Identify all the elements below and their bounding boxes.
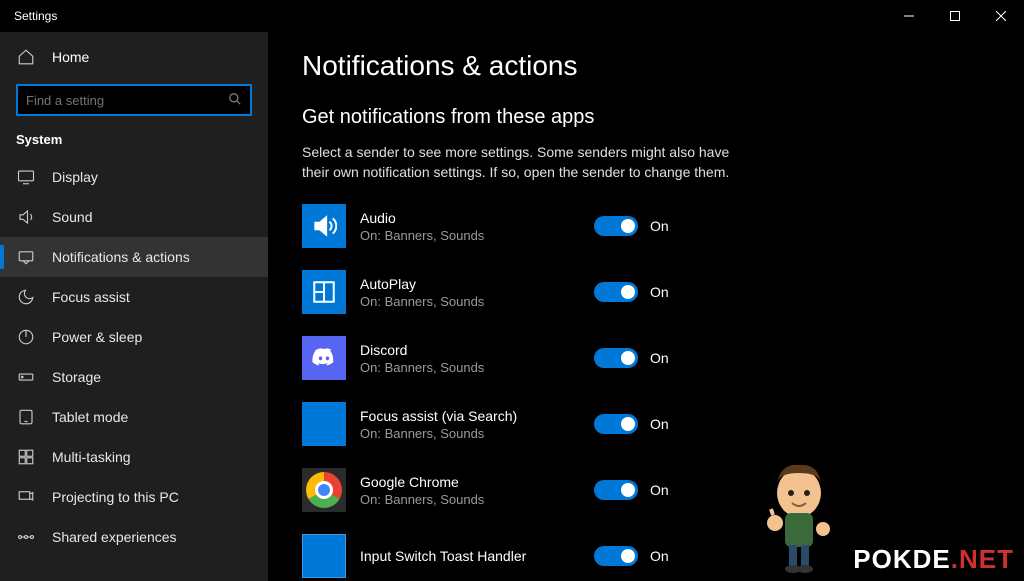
app-row[interactable]: Discord On: Banners, Sounds On — [302, 336, 1024, 380]
app-info: Input Switch Toast Handler — [360, 548, 580, 564]
app-icon — [302, 534, 346, 578]
sidebar-item-label: Multi-tasking — [52, 449, 131, 465]
sidebar-item-label: Tablet mode — [52, 409, 128, 425]
app-info: Focus assist (via Search) On: Banners, So… — [360, 408, 580, 441]
app-row[interactable]: Audio On: Banners, Sounds On — [302, 204, 1024, 248]
app-icon — [302, 468, 346, 512]
home-button[interactable]: Home — [0, 38, 268, 76]
toggle-wrap: On — [594, 480, 669, 500]
app-info: Audio On: Banners, Sounds — [360, 210, 580, 243]
toggle-state-label: On — [650, 284, 669, 300]
project-icon — [16, 488, 36, 506]
moon-icon — [16, 288, 36, 306]
sidebar-item-sound[interactable]: Sound — [0, 197, 268, 237]
sidebar-item-share[interactable]: Shared experiences — [0, 517, 268, 557]
watermark: POKDE.NET — [749, 455, 1014, 575]
power-icon — [16, 328, 36, 346]
app-row[interactable]: Focus assist (via Search) On: Banners, So… — [302, 402, 1024, 446]
share-icon — [16, 528, 36, 546]
sidebar-item-moon[interactable]: Focus assist — [0, 277, 268, 317]
sidebar-item-power[interactable]: Power & sleep — [0, 317, 268, 357]
tablet-icon — [16, 408, 36, 426]
section-description: Select a sender to see more settings. So… — [302, 143, 742, 182]
toggle-wrap: On — [594, 216, 669, 236]
mascot-icon — [749, 455, 849, 575]
section-title: Get notifications from these apps — [302, 106, 1024, 129]
app-info: Google Chrome On: Banners, Sounds — [360, 474, 580, 507]
app-subtitle: On: Banners, Sounds — [360, 492, 580, 507]
app-subtitle: On: Banners, Sounds — [360, 426, 580, 441]
sidebar-item-label: Shared experiences — [52, 529, 177, 545]
multitask-icon — [16, 448, 36, 466]
sidebar-item-notifications[interactable]: Notifications & actions — [0, 237, 268, 277]
sidebar-item-storage[interactable]: Storage — [0, 357, 268, 397]
sidebar-section-label: System — [0, 128, 268, 157]
toggle-state-label: On — [650, 416, 669, 432]
app-icon — [302, 336, 346, 380]
sidebar-item-label: Sound — [52, 209, 92, 225]
app-info: Discord On: Banners, Sounds — [360, 342, 580, 375]
toggle-state-label: On — [650, 350, 669, 366]
sound-icon — [16, 208, 36, 226]
storage-icon — [16, 368, 36, 386]
search-icon — [228, 92, 242, 109]
app-info: AutoPlay On: Banners, Sounds — [360, 276, 580, 309]
close-button[interactable] — [978, 0, 1024, 32]
app-name: Google Chrome — [360, 474, 580, 490]
app-icon — [302, 270, 346, 314]
toggle-state-label: On — [650, 548, 669, 564]
window-title: Settings — [0, 9, 57, 23]
sidebar-item-label: Notifications & actions — [52, 249, 190, 265]
window-controls — [886, 0, 1024, 32]
app-subtitle: On: Banners, Sounds — [360, 294, 580, 309]
app-subtitle: On: Banners, Sounds — [360, 228, 580, 243]
toggle-switch[interactable] — [594, 282, 638, 302]
titlebar: Settings — [0, 0, 1024, 32]
app-name: Audio — [360, 210, 580, 226]
app-name: Input Switch Toast Handler — [360, 548, 580, 564]
search-input[interactable] — [26, 93, 228, 108]
toggle-wrap: On — [594, 414, 669, 434]
toggle-switch[interactable] — [594, 414, 638, 434]
toggle-wrap: On — [594, 348, 669, 368]
sidebar-item-label: Power & sleep — [52, 329, 142, 345]
toggle-wrap: On — [594, 282, 669, 302]
home-icon — [16, 48, 36, 66]
app-row[interactable]: AutoPlay On: Banners, Sounds On — [302, 270, 1024, 314]
display-icon — [16, 168, 36, 186]
app-subtitle: On: Banners, Sounds — [360, 360, 580, 375]
maximize-button[interactable] — [932, 0, 978, 32]
app-name: Discord — [360, 342, 580, 358]
sidebar-item-label: Storage — [52, 369, 101, 385]
sidebar-item-project[interactable]: Projecting to this PC — [0, 477, 268, 517]
app-icon — [302, 204, 346, 248]
toggle-switch[interactable] — [594, 216, 638, 236]
toggle-state-label: On — [650, 482, 669, 498]
sidebar-item-label: Display — [52, 169, 98, 185]
home-label: Home — [52, 49, 89, 65]
sidebar-item-multitask[interactable]: Multi-tasking — [0, 437, 268, 477]
notifications-icon — [16, 248, 36, 266]
sidebar-item-display[interactable]: Display — [0, 157, 268, 197]
toggle-wrap: On — [594, 546, 669, 566]
sidebar-item-label: Focus assist — [52, 289, 130, 305]
app-icon — [302, 402, 346, 446]
app-name: AutoPlay — [360, 276, 580, 292]
toggle-switch[interactable] — [594, 480, 638, 500]
watermark-text: POKDE.NET — [853, 544, 1014, 575]
toggle-state-label: On — [650, 218, 669, 234]
search-box[interactable] — [16, 84, 252, 116]
sidebar: Home System Display Sound Notifications & … — [0, 32, 268, 581]
minimize-button[interactable] — [886, 0, 932, 32]
sidebar-item-tablet[interactable]: Tablet mode — [0, 397, 268, 437]
sidebar-item-label: Projecting to this PC — [52, 489, 179, 505]
toggle-switch[interactable] — [594, 348, 638, 368]
page-title: Notifications & actions — [302, 50, 1024, 82]
app-name: Focus assist (via Search) — [360, 408, 580, 424]
toggle-switch[interactable] — [594, 546, 638, 566]
